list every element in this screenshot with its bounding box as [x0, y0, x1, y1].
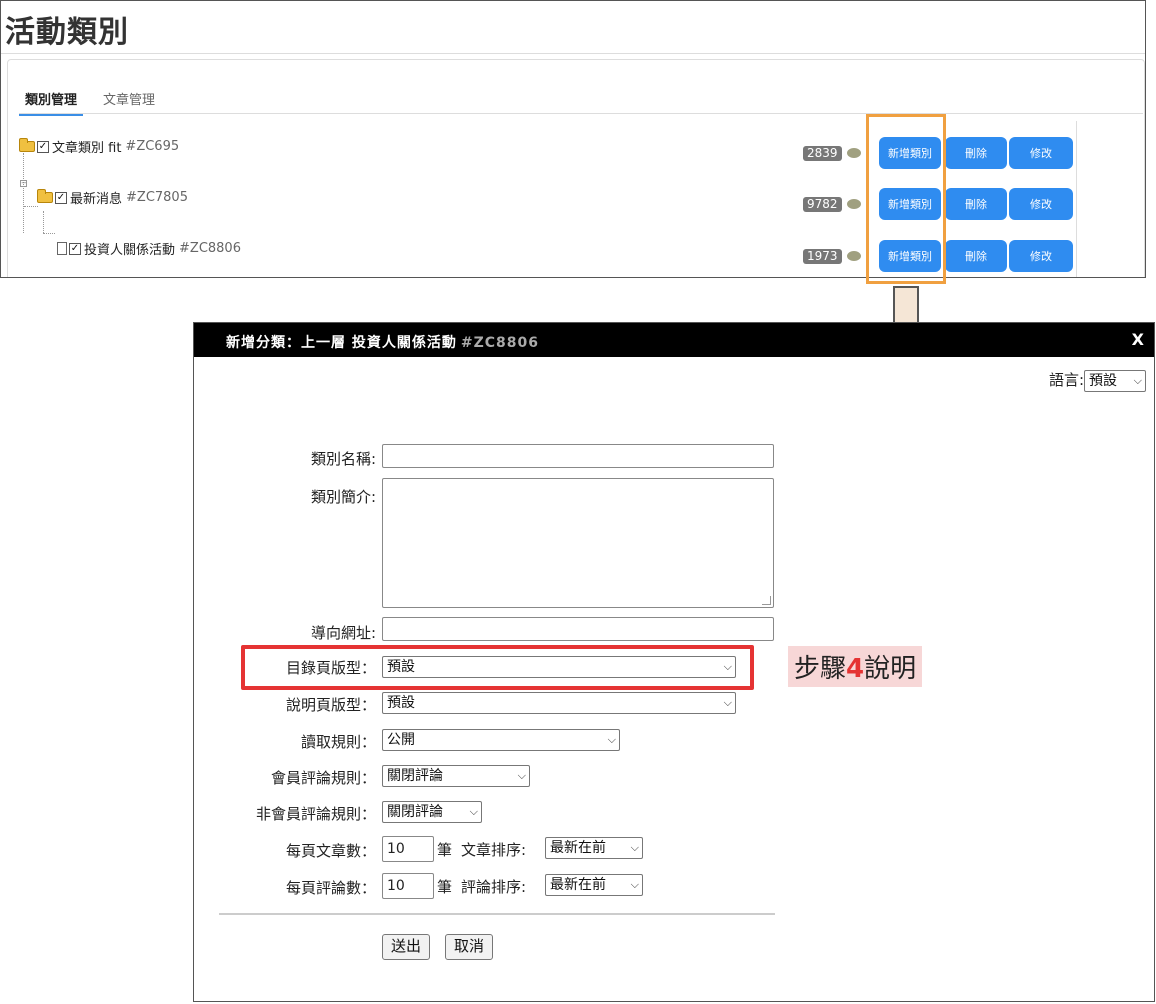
comments-per-page-label: 每頁評論數：	[285, 879, 376, 897]
dialog-title-text: 新增分類：上一層 投資人關係活動	[226, 335, 457, 351]
step-number: 4	[846, 654, 865, 684]
dialog-title: 新增分類：上一層 投資人關係活動 #ZC8806	[226, 332, 539, 352]
category-name[interactable]: 投資人關係活動	[84, 243, 175, 258]
category-name[interactable]: 最新消息	[70, 192, 122, 207]
redirect-url-input[interactable]	[382, 617, 774, 641]
tab-article-management[interactable]: 文章管理	[97, 89, 161, 114]
chevron-down-icon: ⌵	[630, 841, 639, 854]
count-badge: 2839	[803, 146, 842, 161]
tree-item: ✓ 最新消息 #ZC7805	[37, 188, 188, 210]
folder-icon	[37, 189, 53, 203]
tab-bar: 類別管理 文章管理	[19, 89, 1143, 116]
count-badge: 9782	[803, 197, 842, 212]
redirect-url-label: 導向網址:	[310, 624, 376, 642]
row-checkbox[interactable]: ✓	[37, 140, 49, 153]
category-code: #ZC8806	[179, 241, 241, 256]
cancel-button[interactable]: 取消	[445, 934, 494, 960]
read-rule-select[interactable]: 公開 ⌵	[382, 729, 620, 751]
category-name[interactable]: 文章類別 fit	[52, 141, 121, 156]
read-rule-label: 讀取規則：	[300, 733, 376, 751]
tree-connector	[24, 206, 38, 207]
comments-per-page-input[interactable]: 10	[382, 873, 434, 899]
articles-unit: 筆	[437, 841, 453, 859]
folder-icon	[19, 138, 35, 152]
view-count-icon	[847, 199, 861, 209]
category-intro-label: 類別簡介:	[310, 488, 376, 506]
step-prefix: 步驟	[794, 654, 847, 684]
submit-button[interactable]: 送出	[382, 934, 431, 960]
tab-category-management[interactable]: 類別管理	[19, 89, 84, 116]
step-suffix: 說明	[864, 654, 917, 684]
articles-per-page-input[interactable]: 10	[382, 836, 434, 862]
chevron-down-icon: ⌵	[630, 878, 639, 891]
language-label: 語言:	[1048, 371, 1084, 389]
step-note: 步驟4說明	[788, 646, 923, 687]
language-select[interactable]: 預設 ⌵	[1084, 369, 1146, 392]
title-divider	[1, 53, 1145, 54]
article-sort-select[interactable]: 最新在前 ⌵	[545, 837, 643, 859]
row-checkbox[interactable]: ✓	[69, 242, 81, 255]
panel-divider	[1076, 121, 1078, 277]
tree-item: ✓ 文章類別 fit #ZC695	[19, 137, 179, 159]
dialog-title-code: #ZC8806	[460, 335, 539, 351]
delete-button[interactable]: 刪除	[945, 188, 1007, 220]
tree-connector	[43, 233, 55, 234]
category-intro-textarea[interactable]	[382, 478, 774, 608]
detail-layout-label: 說明頁版型：	[285, 696, 376, 714]
view-count-icon	[847, 148, 861, 158]
chevron-down-icon: ⌵	[607, 733, 616, 746]
tree-connector	[23, 153, 24, 233]
delete-button[interactable]: 刪除	[945, 240, 1007, 272]
category-management-panel: 活動類別 類別管理 文章管理 − ✓ 文章類別 fit #ZC695 2839 新增…	[0, 0, 1146, 278]
edit-button[interactable]: 修改	[1009, 240, 1073, 272]
chevron-down-icon: ⌵	[469, 805, 478, 818]
read-rule-value: 公開	[387, 732, 415, 748]
guest-comment-rule-label: 非會員評論規則：	[255, 805, 376, 823]
page-title: 活動類別	[5, 15, 129, 50]
comments-unit: 筆	[437, 878, 453, 896]
edit-button[interactable]: 修改	[1009, 137, 1073, 169]
chevron-down-icon: ⌵	[1133, 373, 1142, 387]
chevron-down-icon: ⌵	[723, 696, 732, 709]
category-name-label: 類別名稱:	[310, 450, 376, 468]
edit-button[interactable]: 修改	[1009, 188, 1073, 220]
article-sort-label: 文章排序:	[461, 841, 527, 859]
row-checkbox[interactable]: ✓	[55, 191, 67, 204]
dialog-header: 新增分類：上一層 投資人關係活動 #ZC8806 X	[194, 323, 1154, 357]
comment-sort-select[interactable]: 最新在前 ⌵	[545, 874, 643, 896]
articles-per-page-label: 每頁文章數：	[285, 842, 376, 860]
add-category-highlight	[866, 114, 946, 284]
step-highlight	[241, 645, 754, 690]
detail-layout-select[interactable]: 預設 ⌵	[382, 692, 736, 714]
delete-button[interactable]: 刪除	[945, 137, 1007, 169]
guest-comment-value: 關閉評論	[387, 804, 443, 820]
category-code: #ZC695	[125, 139, 180, 154]
view-count-icon	[847, 251, 861, 261]
count-badge: 1973	[803, 249, 842, 264]
tree-collapse-icon[interactable]: −	[20, 180, 27, 187]
article-sort-value: 最新在前	[550, 840, 606, 856]
resize-grip-icon[interactable]	[762, 596, 771, 605]
language-selector: 語言: 預設 ⌵	[1049, 369, 1146, 392]
language-value: 預設	[1089, 372, 1117, 389]
member-comment-select[interactable]: 關閉評論 ⌵	[382, 765, 530, 787]
close-button[interactable]: X	[1132, 330, 1144, 349]
category-code: #ZC7805	[126, 190, 188, 205]
member-comment-rule-label: 會員評論規則：	[270, 769, 376, 787]
form-divider	[219, 913, 775, 915]
file-icon	[57, 242, 67, 255]
guest-comment-select[interactable]: 關閉評論 ⌵	[382, 801, 482, 823]
comment-sort-label: 評論排序:	[461, 878, 527, 896]
chevron-down-icon: ⌵	[517, 769, 526, 782]
tree-connector	[43, 211, 44, 233]
category-name-input[interactable]	[382, 444, 774, 468]
detail-layout-value: 預設	[387, 695, 415, 711]
member-comment-value: 關閉評論	[387, 768, 443, 784]
comment-sort-value: 最新在前	[550, 877, 606, 893]
tree-item: ✓ 投資人關係活動 #ZC8806	[57, 239, 241, 261]
